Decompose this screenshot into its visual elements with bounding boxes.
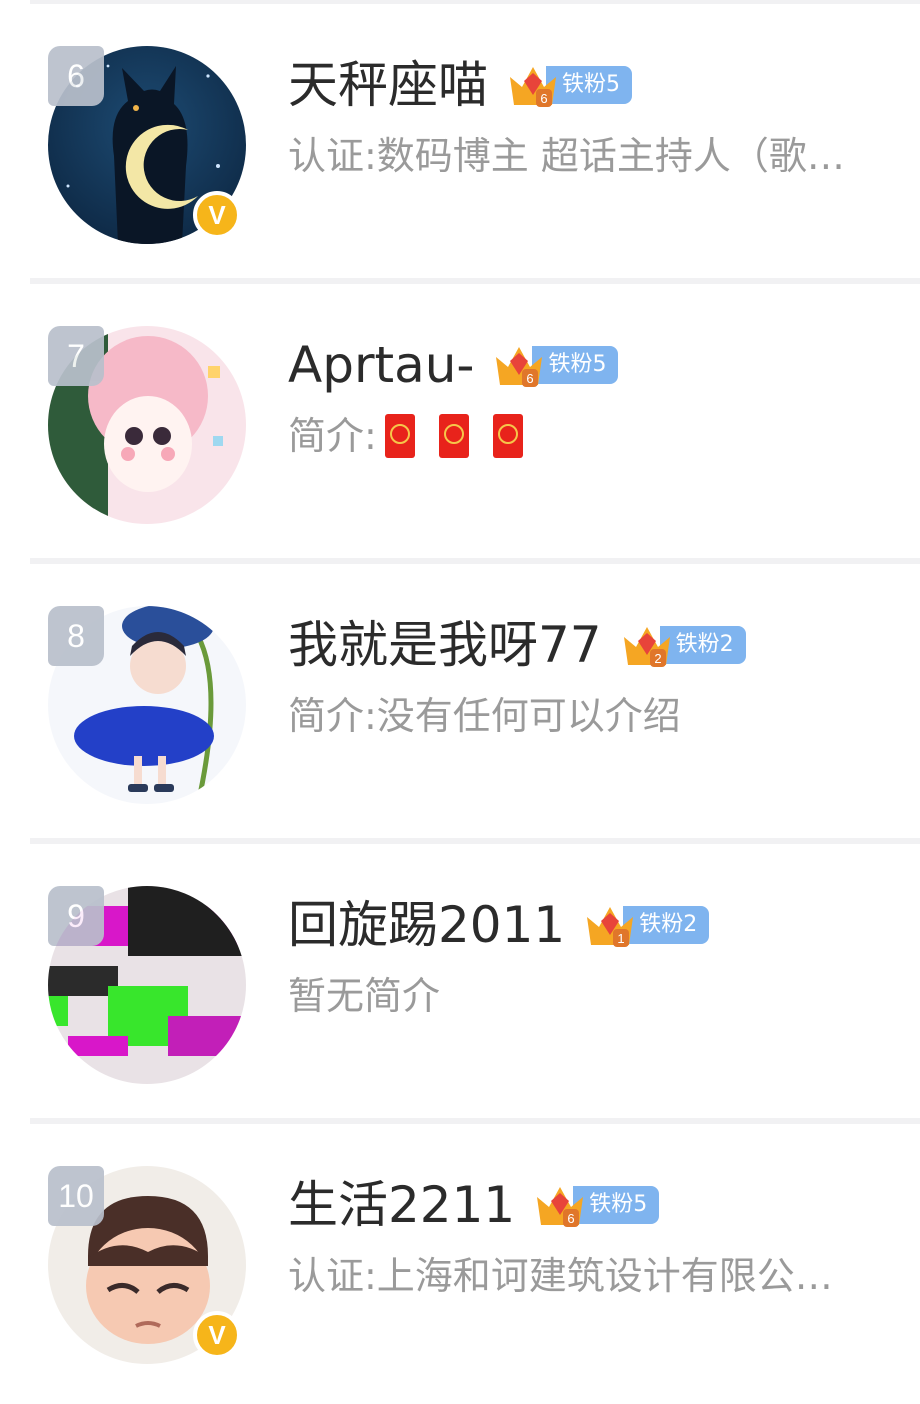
avatar-container[interactable]: 8: [48, 606, 246, 804]
svg-text:6: 6: [568, 1211, 575, 1226]
fan-ranking-list: 6 V 天秤座喵 6 铁粉5 认证:数码博主 超话主持人（歌… 7 Aprtau…: [0, 0, 920, 1404]
red-envelope-icon: [438, 414, 469, 458]
crown-level-icon: 2: [623, 627, 670, 667]
rank-badge: 7: [48, 326, 104, 386]
avatar-container[interactable]: 10 V: [48, 1166, 246, 1364]
user-description: 认证:上海和诃建筑设计有限公…: [288, 1254, 833, 1298]
verified-badge-icon: V: [193, 1311, 241, 1359]
fan-badge: 2 铁粉2: [620, 623, 746, 667]
rank-badge: 6: [48, 46, 104, 106]
svg-text:1: 1: [618, 931, 625, 946]
rank-badge: 9: [48, 886, 104, 946]
user-description: 简介:没有任何可以介绍: [288, 694, 681, 738]
list-item-user-6[interactable]: 6 V 天秤座喵 6 铁粉5 认证:数码博主 超话主持人（歌…: [0, 4, 920, 284]
crown-level-icon: 6: [510, 67, 556, 107]
crown-level-icon: 1: [587, 907, 634, 947]
fan-badge: 6 铁粉5: [533, 1183, 660, 1227]
crown-level-icon: 6: [537, 1187, 584, 1227]
list-item-user-9[interactable]: 9 回旋踢2011 1 铁粉2 暂无简介: [0, 844, 920, 1124]
user-description: 暂无简介: [288, 974, 441, 1018]
user-name[interactable]: 我就是我呀77: [288, 610, 602, 680]
user-name[interactable]: Aprtau-: [288, 330, 474, 400]
fan-badge: 6 铁粉5: [492, 343, 619, 387]
avatar-container[interactable]: 6 V: [48, 46, 246, 244]
fan-badge: 6 铁粉5: [506, 63, 632, 107]
list-item-user-7[interactable]: 7 Aprtau- 6 铁粉5 简介:: [0, 284, 920, 564]
svg-text:6: 6: [540, 91, 547, 106]
avatar-container[interactable]: 9: [48, 886, 246, 1084]
verified-badge-icon: V: [193, 191, 241, 239]
user-description: 认证:数码博主 超话主持人（歌…: [288, 134, 845, 178]
list-item-user-10[interactable]: 10 V 生活2211 6 铁粉5 认证:上海和诃建筑设计有限公…: [0, 1124, 920, 1404]
user-name[interactable]: 天秤座喵: [288, 50, 488, 120]
svg-text:2: 2: [654, 651, 661, 666]
crown-level-icon: 6: [496, 347, 543, 387]
list-item-user-8[interactable]: 8 我就是我呀77 2 铁粉2 简介:没有任何可以介绍: [0, 564, 920, 844]
user-name[interactable]: 回旋踢2011: [288, 890, 565, 960]
description-label: 简介:: [288, 414, 377, 458]
red-envelope-icon: [384, 414, 415, 458]
rank-badge: 10: [48, 1166, 104, 1226]
rank-badge: 8: [48, 606, 104, 666]
red-envelope-icon: [492, 414, 523, 458]
user-description: 简介:: [288, 404, 547, 468]
user-name[interactable]: 生活2211: [288, 1170, 515, 1240]
svg-text:6: 6: [527, 371, 534, 386]
fan-badge: 1 铁粉2: [583, 903, 710, 947]
avatar-container[interactable]: 7: [48, 326, 246, 524]
